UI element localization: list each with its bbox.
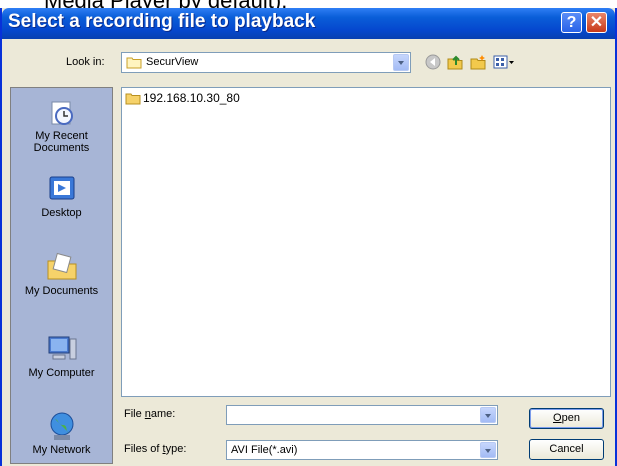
cancel-button[interactable]: Cancel [529,439,604,460]
up-folder-icon[interactable] [447,54,463,70]
title-bar[interactable]: Select a recording file to playback ? ✕ [2,8,615,39]
place-my-documents[interactable]: My Documents [11,251,112,297]
place-my-recent-documents[interactable]: My Recent Documents [11,96,112,154]
my-network-icon [50,412,73,440]
file-name-label: File name: [124,408,176,420]
new-folder-icon[interactable] [470,54,486,70]
folder-icon [126,57,142,69]
look-in-label: Look in: [66,56,105,68]
place-label: My Documents [24,285,99,297]
file-name-input[interactable] [226,405,498,425]
my-computer-icon [48,336,76,360]
place-label: My Recent Documents [33,130,90,154]
my-documents-icon [47,252,76,280]
views-menu-icon[interactable] [493,54,515,70]
file-type-label: Files of type: [124,443,187,455]
folder-icon [125,93,141,105]
file-type-value: AVI File(*.avi) [231,444,298,456]
place-label: My Network [32,444,91,456]
close-button[interactable]: ✕ [586,12,607,33]
place-my-computer[interactable]: My Computer [11,333,112,379]
place-label: My Computer [28,367,95,379]
list-item[interactable]: 192.168.10.30_80 [125,91,240,105]
look-in-value: SecurView [146,56,199,68]
look-in-dropdown[interactable]: SecurView [121,52,411,73]
file-list[interactable]: 192.168.10.30_80 [121,87,611,397]
place-my-network[interactable]: My Network [11,410,112,456]
help-icon: ? [566,14,577,31]
places-bar: My Recent Documents Desktop My Documents [10,87,113,464]
dialog-title: Select a recording file to playback [8,11,316,32]
desktop-icon [49,176,74,200]
help-button[interactable]: ? [561,12,582,33]
open-button[interactable]: Open [529,408,604,429]
chevron-down-icon[interactable] [480,407,496,423]
place-label: Desktop [41,207,82,219]
file-type-dropdown[interactable]: AVI File(*.avi) [226,440,498,460]
chevron-down-icon[interactable] [480,442,496,458]
chevron-down-icon[interactable] [393,54,409,71]
open-file-dialog: Select a recording file to playback ? ✕ … [0,8,617,466]
back-icon[interactable] [425,54,441,70]
place-desktop[interactable]: Desktop [11,173,112,219]
file-name: 192.168.10.30_80 [143,91,240,105]
recent-documents-icon [51,101,73,125]
close-icon: ✕ [589,14,604,31]
